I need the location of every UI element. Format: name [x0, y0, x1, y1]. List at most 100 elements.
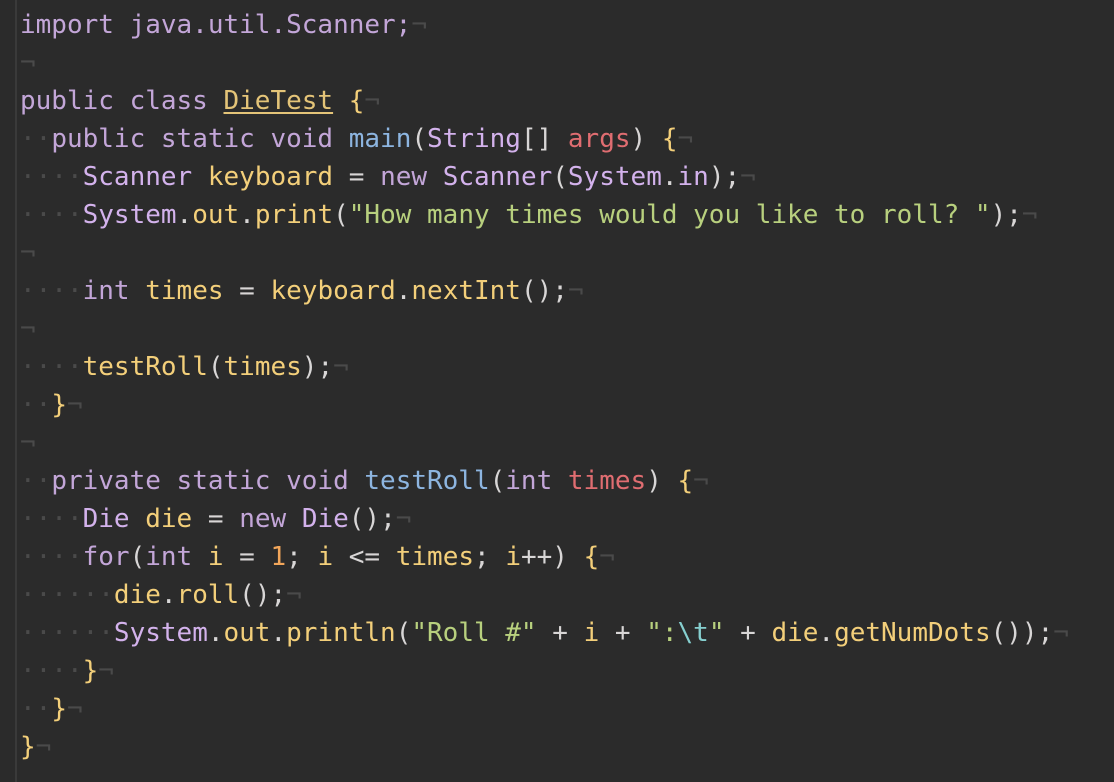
code-line[interactable]: ··public static void main(String[] args)… — [20, 120, 1069, 158]
code-token: args — [567, 124, 631, 154]
code-line[interactable]: ¬ — [20, 44, 1069, 82]
code-token: { — [583, 542, 600, 572]
code-token: \t — [677, 618, 709, 648]
code-token: } — [51, 694, 67, 724]
code-token: " — [708, 618, 725, 648]
code-token: . — [818, 618, 835, 648]
code-token: ( — [129, 542, 146, 572]
code-token: ( — [489, 466, 506, 496]
code-token: { — [348, 86, 365, 116]
code-token: die — [771, 618, 819, 648]
code-token: times — [223, 352, 302, 382]
code-token: main — [348, 124, 412, 154]
code-editor[interactable]: import java.util.Scanner;¬ ¬ public class … — [0, 0, 1114, 782]
code-line[interactable]: import java.util.Scanner;¬ — [20, 6, 1069, 44]
code-token: Scanner — [82, 162, 208, 192]
code-token: keyboard — [270, 276, 396, 306]
code-token: = — [333, 162, 381, 192]
code-token: ) — [630, 124, 662, 154]
code-token: i — [317, 542, 334, 572]
code-token: ( — [552, 162, 568, 192]
code-token: = — [192, 504, 240, 534]
code-line[interactable]: ····}¬ — [20, 652, 1069, 690]
code-token: ) — [646, 466, 678, 496]
end-of-line-marker: ¬ — [66, 694, 83, 724]
code-token: ( — [333, 200, 349, 230]
code-token: Die — [301, 504, 349, 534]
code-token: ++) — [521, 542, 584, 572]
code-line[interactable]: ··}¬ — [20, 386, 1069, 424]
end-of-line-marker: ¬ — [20, 314, 36, 344]
code-token: . — [176, 200, 193, 230]
indent-guide: ···· — [20, 352, 83, 382]
code-area[interactable]: import java.util.Scanner;¬ ¬ public class … — [20, 6, 1069, 766]
code-token: "Roll #" — [411, 618, 537, 648]
code-token: public static void — [51, 124, 349, 154]
code-token: import java.util.Scanner; — [20, 10, 412, 40]
end-of-line-marker: ¬ — [395, 504, 412, 534]
code-token: } — [20, 732, 36, 762]
code-token: Scanner — [442, 162, 553, 192]
code-token: nextInt — [411, 276, 521, 306]
code-token: ( — [411, 124, 428, 154]
indent-guide: ···· — [20, 656, 83, 686]
code-token: (); — [348, 504, 396, 534]
code-line[interactable]: }¬ — [20, 728, 1069, 766]
code-token: } — [51, 390, 67, 420]
end-of-line-marker: ¬ — [599, 542, 615, 572]
end-of-line-marker: ¬ — [567, 276, 584, 306]
code-line[interactable]: ····Die die = new Die();¬ — [20, 500, 1069, 538]
code-token: ); — [301, 352, 334, 382]
end-of-line-marker: ¬ — [1021, 200, 1038, 230]
code-token: ; — [286, 542, 318, 572]
code-line[interactable]: ¬ — [20, 424, 1069, 462]
indent-guide: ······ — [20, 580, 114, 610]
code-token: + — [599, 618, 647, 648]
code-token: System — [82, 200, 177, 230]
code-token: "How many times would you like to roll? … — [348, 200, 991, 230]
code-token: int — [505, 466, 568, 496]
end-of-line-marker: ¬ — [677, 124, 694, 154]
code-token: 1 — [270, 542, 287, 572]
code-line[interactable]: public class DieTest {¬ — [20, 82, 1069, 120]
indent-guide: ···· — [20, 200, 83, 230]
code-line[interactable]: ····testRoll(times);¬ — [20, 348, 1069, 386]
end-of-line-marker: ¬ — [411, 10, 427, 40]
code-token: + — [724, 618, 772, 648]
code-token: DieTest — [223, 86, 334, 116]
code-token: keyboard — [207, 162, 334, 192]
code-token: println — [286, 618, 396, 648]
code-line[interactable]: ··private static void testRoll(int times… — [20, 462, 1069, 500]
code-line[interactable]: ··}¬ — [20, 690, 1069, 728]
code-line[interactable]: ····for(int i = 1; i <= times; i++) {¬ — [20, 538, 1069, 576]
code-line[interactable]: ¬ — [20, 310, 1069, 348]
code-token: (); — [239, 580, 287, 610]
indent-guide: ······ — [20, 618, 114, 648]
code-token: ); — [708, 162, 741, 192]
code-line[interactable]: ····int times = keyboard.nextInt();¬ — [20, 272, 1069, 310]
code-token: . — [160, 580, 177, 610]
indent-guide: ·· — [20, 124, 52, 154]
end-of-line-marker: ¬ — [740, 162, 756, 192]
code-token: times — [567, 466, 647, 496]
code-token: = — [223, 276, 271, 306]
code-token: int — [82, 276, 146, 306]
code-token: die — [113, 580, 161, 610]
code-token: ; — [474, 542, 506, 572]
code-token: <= — [333, 542, 396, 572]
indent-guide: ·· — [20, 466, 52, 496]
code-token: public class — [20, 86, 224, 116]
end-of-line-marker: ¬ — [693, 466, 709, 496]
code-line[interactable]: ······die.roll();¬ — [20, 576, 1069, 614]
code-line[interactable]: ······System.out.println("Roll #" + i + … — [20, 614, 1069, 652]
code-token: new — [239, 504, 302, 534]
end-of-line-marker: ¬ — [20, 428, 36, 458]
code-token: . — [661, 162, 678, 192]
code-line[interactable]: ¬ — [20, 234, 1069, 272]
code-line[interactable]: ····Scanner keyboard = new Scanner(Syste… — [20, 158, 1069, 196]
code-line[interactable]: ····System.out.print("How many times wou… — [20, 196, 1069, 234]
end-of-line-marker: ¬ — [66, 390, 83, 420]
indent-guide: ···· — [20, 542, 83, 572]
end-of-line-marker: ¬ — [20, 238, 36, 268]
